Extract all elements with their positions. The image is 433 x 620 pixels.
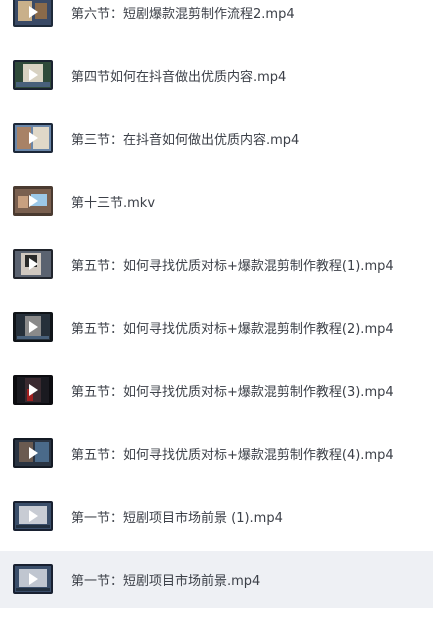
file-list: 第六节：短剧爆款混剪制作流程2.mp4 第四节如何在抖音做出优质内容.mp4 第… — [0, 0, 433, 620]
video-thumbnail-icon — [13, 186, 53, 216]
file-name: 第五节：如何寻找优质对标+爆款混剪制作教程(3).mp4 — [71, 385, 394, 400]
video-thumbnail-icon — [13, 0, 53, 27]
file-row-selected[interactable]: 第一节：短剧项目市场前景.mp4 — [0, 551, 433, 608]
file-name: 第四节如何在抖音做出优质内容.mp4 — [71, 70, 287, 85]
file-name: 第十三节.mkv — [71, 196, 156, 211]
file-row[interactable]: 第一节：短剧项目市场前景 (1).mp4 — [0, 488, 433, 545]
file-name: 第一节：短剧项目市场前景 (1).mp4 — [71, 511, 283, 526]
file-row[interactable]: 第十三节.mkv — [0, 173, 433, 230]
file-name: 第五节：如何寻找优质对标+爆款混剪制作教程(4).mp4 — [71, 448, 394, 463]
file-row[interactable]: 第六节：短剧爆款混剪制作流程2.mp4 — [0, 0, 433, 41]
video-thumbnail-icon — [13, 564, 53, 594]
file-name: 第一节：短剧项目市场前景.mp4 — [71, 574, 261, 589]
video-thumbnail-icon — [13, 501, 53, 531]
file-row[interactable]: 第五节：如何寻找优质对标+爆款混剪制作教程(1).mp4 — [0, 236, 433, 293]
file-row[interactable]: 第五节：如何寻找优质对标+爆款混剪制作教程(4).mp4 — [0, 425, 433, 482]
video-thumbnail-icon — [13, 375, 53, 405]
file-name: 第五节：如何寻找优质对标+爆款混剪制作教程(1).mp4 — [71, 259, 394, 274]
file-name: 第六节：短剧爆款混剪制作流程2.mp4 — [71, 7, 295, 22]
file-name: 第五节：如何寻找优质对标+爆款混剪制作教程(2).mp4 — [71, 322, 394, 337]
video-thumbnail-icon — [13, 312, 53, 342]
file-row[interactable]: 第四节如何在抖音做出优质内容.mp4 — [0, 47, 433, 104]
file-name: 第三节：在抖音如何做出优质内容.mp4 — [71, 133, 300, 148]
file-row[interactable]: 第五节：如何寻找优质对标+爆款混剪制作教程(2).mp4 — [0, 299, 433, 356]
video-thumbnail-icon — [13, 123, 53, 153]
video-thumbnail-icon — [13, 249, 53, 279]
file-row[interactable]: 第五节：如何寻找优质对标+爆款混剪制作教程(3).mp4 — [0, 362, 433, 419]
file-row[interactable]: 第三节：在抖音如何做出优质内容.mp4 — [0, 110, 433, 167]
video-thumbnail-icon — [13, 438, 53, 468]
video-thumbnail-icon — [13, 60, 53, 90]
